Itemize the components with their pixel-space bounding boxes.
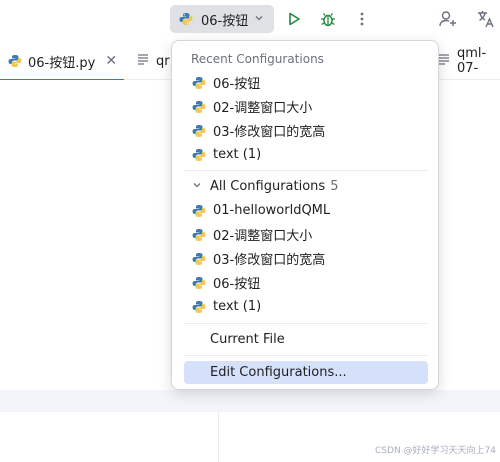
watermark: CSDN @好好学习天天向上74 — [375, 446, 496, 456]
python-icon — [192, 228, 206, 242]
main-toolbar: 06-按钮 — [0, 0, 500, 38]
chevron-down-icon — [254, 12, 264, 27]
current-file-label: Current File — [210, 332, 285, 347]
all-config-item[interactable]: 01-helloworldQML — [184, 199, 428, 222]
debug-bug-icon[interactable] — [318, 9, 338, 29]
tab-06-button-py[interactable]: 06-按钮.py ✕ — [0, 42, 124, 81]
separator — [184, 355, 428, 356]
recent-config-item[interactable]: 02-调整窗口大小 — [184, 95, 428, 118]
config-label: 01-helloworldQML — [213, 203, 331, 218]
tab-label: qml-07- — [457, 46, 487, 76]
config-label: text (1) — [213, 147, 262, 162]
all-config-item[interactable]: text (1) — [184, 295, 428, 318]
edit-configurations-label: Edit Configurations... — [210, 365, 347, 380]
config-label: text (1) — [213, 299, 262, 314]
tab-label: qr — [156, 53, 170, 69]
run-icon[interactable] — [284, 9, 304, 29]
edit-configurations-item[interactable]: Edit Configurations... — [184, 361, 428, 384]
python-icon — [8, 54, 22, 68]
run-configuration-selector[interactable]: 06-按钮 — [170, 5, 274, 33]
text-file-icon — [136, 52, 150, 70]
close-icon[interactable]: ✕ — [105, 53, 117, 69]
config-label: 06-按钮 — [213, 277, 261, 292]
python-icon — [179, 12, 193, 26]
current-line-highlight — [0, 390, 500, 412]
python-icon — [192, 148, 206, 162]
run-configuration-label: 06-按钮 — [201, 13, 249, 29]
separator — [184, 323, 428, 324]
separator — [184, 170, 428, 171]
config-label: 03-修改窗口的宽高 — [213, 125, 326, 140]
config-label: 03-修改窗口的宽高 — [213, 253, 326, 268]
python-icon — [192, 252, 206, 266]
python-icon — [192, 124, 206, 138]
config-label: 02-调整窗口大小 — [213, 101, 313, 116]
recent-config-item[interactable]: text (1) — [184, 143, 428, 166]
config-label: 06-按钮 — [213, 77, 261, 92]
current-file-item[interactable]: Current File — [184, 328, 428, 351]
python-icon — [192, 204, 206, 218]
python-icon — [192, 300, 206, 314]
all-configurations-label: All Configurations — [210, 179, 326, 194]
run-configurations-popup: Recent Configurations 06-按钮 02-调整窗口大小 03… — [171, 40, 439, 390]
all-config-item[interactable]: 03-修改窗口的宽高 — [184, 247, 428, 270]
more-vertical-icon[interactable] — [352, 9, 372, 29]
config-label: 02-调整窗口大小 — [213, 229, 313, 244]
tab-qml-file[interactable]: qr — [132, 42, 170, 80]
tab-label: 06-按钮.py — [28, 55, 96, 71]
python-icon — [192, 276, 206, 290]
python-icon — [192, 100, 206, 114]
configuration-count: 5 — [330, 179, 339, 194]
python-icon — [192, 76, 206, 90]
text-file-icon — [437, 52, 451, 70]
recent-config-item[interactable]: 06-按钮 — [184, 71, 428, 94]
recent-configurations-header: Recent Configurations — [191, 52, 324, 66]
recent-config-item[interactable]: 03-修改窗口的宽高 — [184, 119, 428, 142]
all-configurations-group[interactable]: All Configurations 5 — [184, 175, 428, 198]
tab-qml-07[interactable]: qml-07- — [437, 42, 500, 80]
all-config-item[interactable]: 06-按钮 — [184, 271, 428, 294]
chevron-down-icon — [192, 179, 202, 194]
add-user-icon[interactable] — [438, 9, 458, 29]
all-config-item[interactable]: 02-调整窗口大小 — [184, 223, 428, 246]
translate-icon[interactable] — [476, 9, 496, 29]
